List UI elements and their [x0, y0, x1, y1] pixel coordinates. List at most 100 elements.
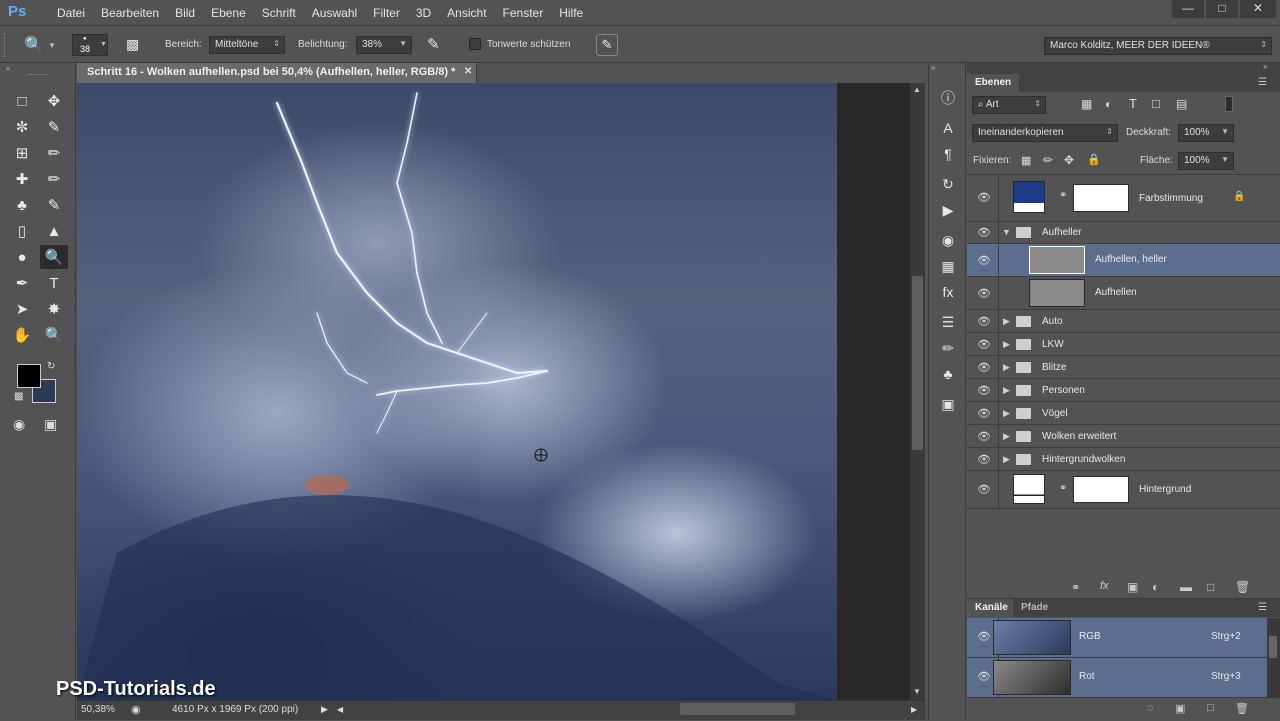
lock-position-icon[interactable]: ✥	[1064, 153, 1074, 167]
status-menu-arrow-icon[interactable]: ▶	[321, 704, 328, 715]
filter-type-icon[interactable]: T	[1129, 96, 1137, 111]
workspace-select[interactable]: Marco Kolditz, MEER DER IDEEN® ⇕	[1044, 37, 1272, 55]
menu-ebene[interactable]: Ebene	[203, 6, 254, 20]
canvas-area[interactable]	[77, 83, 910, 700]
fill-field[interactable]: 100% ▼	[1178, 152, 1234, 170]
brush-presets-icon[interactable]: ✏	[930, 335, 966, 361]
eye-icon[interactable]: 👁	[976, 315, 992, 328]
chevron-right-icon[interactable]: ▶	[1003, 385, 1010, 396]
layer-row-aufhellen[interactable]: 👁 Aufhellen	[967, 277, 1280, 310]
chevron-down-icon[interactable]: ▼	[1002, 227, 1011, 237]
new-layer-icon[interactable]: □	[1207, 580, 1214, 594]
menu-ansicht[interactable]: Ansicht	[439, 6, 494, 20]
close-window-button[interactable]: ✕	[1240, 0, 1276, 18]
filter-shape-icon[interactable]: □	[1152, 96, 1160, 111]
close-tab-icon[interactable]: ✕	[464, 66, 472, 77]
zoom-tool-icon[interactable]: 🔍	[40, 323, 68, 347]
styles-fx-icon[interactable]: fx	[930, 279, 966, 305]
layer-row-lkw[interactable]: 👁 ▶ LKW	[967, 333, 1280, 356]
collapse-right-panel-icon[interactable]: »	[1263, 62, 1267, 71]
protect-tones-checkbox[interactable]	[469, 38, 481, 50]
eye-icon[interactable]: 👁	[976, 670, 992, 683]
scroll-left-icon[interactable]: ◀	[337, 705, 343, 714]
hand-tool-icon[interactable]: ✋	[8, 323, 36, 347]
eye-icon[interactable]: 👁	[976, 287, 992, 300]
maximize-button[interactable]: □	[1206, 0, 1238, 18]
scroll-up-icon[interactable]: ▲	[913, 85, 921, 94]
exposure-field[interactable]: 38% ▼	[356, 36, 412, 54]
pressure-size-icon[interactable]: ✎	[596, 34, 618, 56]
new-group-icon[interactable]: ▬	[1180, 580, 1192, 594]
eye-icon[interactable]: 👁	[976, 407, 992, 420]
link-icon[interactable]: ⚭	[1059, 190, 1067, 201]
brush-panel-toggle-icon[interactable]: ▩	[126, 36, 139, 53]
save-selection-icon[interactable]: ▣	[1175, 702, 1185, 715]
range-select[interactable]: Mitteltöne ⇕	[209, 36, 285, 54]
trash-icon[interactable]: 🗑	[1235, 580, 1250, 594]
new-adjustment-icon[interactable]: ◐	[1152, 580, 1159, 594]
chevron-right-icon[interactable]: ▶	[1003, 431, 1010, 442]
lock-transparency-icon[interactable]: ▦	[1021, 154, 1031, 167]
chevron-right-icon[interactable]: ▶	[1003, 339, 1010, 350]
eye-icon[interactable]: 👁	[976, 361, 992, 374]
custom-shape-tool-icon[interactable]: ✸	[40, 297, 68, 321]
tab-pfade[interactable]: Pfade	[1013, 599, 1057, 617]
layer-row-hintergrund[interactable]: 👁 ⚭ Hintergrund	[967, 471, 1280, 509]
menu-hilfe[interactable]: Hilfe	[551, 6, 591, 20]
scroll-down-icon[interactable]: ▼	[913, 687, 921, 696]
layer-mask-thumbnail[interactable]	[1073, 476, 1129, 503]
collapse-dock-icon[interactable]: »	[931, 63, 935, 72]
panel-menu-icon[interactable]: ☰	[1258, 77, 1267, 88]
menu-auswahl[interactable]: Auswahl	[304, 6, 365, 20]
menu-bild[interactable]: Bild	[167, 6, 203, 20]
swap-colors-icon[interactable]: ↻	[47, 361, 55, 372]
brush-preset-picker[interactable]: ● 38 ▼	[72, 34, 108, 56]
adjustments-icon[interactable]: ☰	[930, 309, 966, 335]
fx-icon[interactable]: fx	[1100, 580, 1109, 592]
dodge-tool-icon[interactable]: 🔍	[40, 245, 68, 269]
add-mask-icon[interactable]: ▣	[1127, 580, 1138, 594]
chevron-right-icon[interactable]: ▶	[1003, 408, 1010, 419]
paragraph-icon[interactable]: ¶	[930, 141, 966, 167]
channels-scroll-thumb[interactable]	[1269, 636, 1277, 658]
filter-pixel-icon[interactable]: ▦	[1081, 97, 1092, 111]
trash-icon[interactable]: 🗑	[1235, 702, 1249, 715]
eyedropper-tool-icon[interactable]: ✏	[40, 141, 68, 165]
link-layers-icon[interactable]: ⚭	[1071, 581, 1080, 594]
clone-stamp-tool-icon[interactable]: ♣	[8, 193, 36, 217]
healing-brush-tool-icon[interactable]: ✚	[8, 167, 36, 191]
swatches-icon[interactable]: ▦	[930, 253, 966, 279]
eye-icon[interactable]: 👁	[976, 483, 992, 496]
blend-mode-select[interactable]: Ineinanderkopieren ⇕	[972, 124, 1118, 142]
menu-fenster[interactable]: Fenster	[495, 6, 552, 20]
vertical-scroll-thumb[interactable]	[912, 276, 923, 450]
lock-all-icon[interactable]: 🔒	[1087, 153, 1101, 166]
eye-icon[interactable]: 👁	[976, 191, 992, 204]
artwork-image[interactable]	[77, 83, 837, 700]
horizontal-scroll-thumb[interactable]	[680, 703, 795, 715]
layer-row-aufheller[interactable]: 👁 ▼ Aufheller	[967, 222, 1280, 244]
load-selection-icon[interactable]: ◌	[1147, 702, 1154, 714]
zoom-level[interactable]: 50,38%	[81, 704, 115, 715]
new-channel-icon[interactable]: □	[1207, 702, 1214, 714]
layer-row-blitze[interactable]: 👁 ▶ Blitze	[967, 356, 1280, 379]
tab-ebenen[interactable]: Ebenen	[967, 74, 1020, 92]
layer-row-personen[interactable]: 👁 ▶ Personen	[967, 379, 1280, 402]
paint-bucket-tool-icon[interactable]: ▲	[40, 219, 68, 243]
color-palette-icon[interactable]: ◉	[930, 227, 966, 253]
eye-icon[interactable]: 👁	[976, 430, 992, 443]
clone-source-icon[interactable]: ♣	[930, 361, 966, 387]
channels-scrollbar[interactable]	[1267, 618, 1280, 698]
menu-datei[interactable]: Datei	[49, 6, 93, 20]
tab-kanaele[interactable]: Kanäle	[967, 599, 1016, 617]
lock-image-icon[interactable]: ✏	[1043, 153, 1053, 167]
channel-row-rot[interactable]: 👁 Rot Strg+3	[967, 658, 1267, 698]
blur-tool-icon[interactable]: ●	[8, 245, 36, 269]
actions-play-icon[interactable]: ▶	[930, 197, 966, 223]
collapse-panel-icon[interactable]: «	[6, 64, 10, 73]
layer-row-voegel[interactable]: 👁 ▶ Vögel	[967, 402, 1280, 425]
marquee-tool-icon[interactable]: □	[8, 89, 36, 113]
eye-icon[interactable]: 👁	[976, 453, 992, 466]
layer-row-auto[interactable]: 👁 ▶ Auto	[967, 310, 1280, 333]
lasso-tool-icon[interactable]: ✼	[8, 115, 36, 139]
